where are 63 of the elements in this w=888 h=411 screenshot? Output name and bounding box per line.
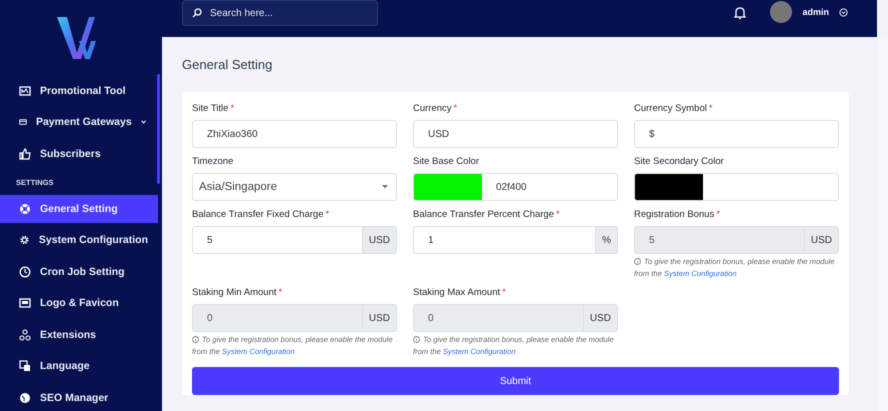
field-label: Staking Min Amount bbox=[192, 287, 276, 298]
sidebar-item[interactable]: Extensions bbox=[0, 319, 158, 350]
unit-label: % bbox=[596, 226, 618, 254]
color-swatch[interactable] bbox=[414, 174, 482, 200]
required-mark: * bbox=[716, 209, 720, 220]
field-label: Balance Transfer Fixed Charge bbox=[192, 209, 324, 220]
sidebar-item[interactable]: Logo & Favicon bbox=[0, 288, 158, 319]
sidebar-item[interactable]: Subscribers bbox=[0, 138, 158, 170]
unit-label: USD bbox=[362, 304, 397, 332]
avatar[interactable] bbox=[770, 0, 792, 22]
unit-label: USD bbox=[362, 226, 397, 254]
required-mark: * bbox=[230, 103, 234, 114]
color-swatch[interactable] bbox=[635, 174, 703, 200]
field-label: Timezone bbox=[192, 156, 234, 167]
number-input[interactable]: 1 bbox=[413, 226, 596, 254]
unit-label: USD bbox=[804, 226, 839, 254]
timezone-select[interactable]: Asia/Singapore bbox=[192, 173, 397, 201]
submit-button[interactable]: Submit bbox=[192, 367, 839, 395]
field-label: Site Base Color bbox=[413, 156, 480, 167]
thumb-icon bbox=[19, 148, 31, 160]
monitor-icon bbox=[19, 84, 31, 97]
number-input[interactable]: 5 bbox=[192, 226, 363, 254]
text-input[interactable]: ZhiXiao360 bbox=[192, 120, 397, 148]
info-icon bbox=[634, 258, 641, 265]
sidebar-item[interactable]: Language bbox=[0, 350, 158, 382]
gear-icon bbox=[19, 234, 30, 246]
field-label: Staking Max Amount bbox=[413, 287, 500, 298]
page-title: General Setting bbox=[182, 57, 274, 72]
sidebar-item[interactable]: Promotional Tool bbox=[0, 75, 158, 106]
sidebar-item[interactable]: Cron Job Setting bbox=[0, 256, 158, 288]
field-label: Balance Transfer Percent Charge bbox=[413, 209, 554, 220]
unit-label: USD bbox=[584, 304, 618, 332]
field-label: Currency bbox=[413, 103, 452, 114]
user-name[interactable]: admin bbox=[802, 6, 829, 16]
field-label: Currency Symbol bbox=[634, 103, 707, 114]
field-label: Registration Bonus bbox=[634, 209, 714, 220]
sidebar-item[interactable]: General Setting bbox=[0, 194, 158, 222]
search-field[interactable]: Search here... bbox=[182, 0, 378, 26]
bell-icon[interactable] bbox=[734, 6, 746, 20]
required-mark: * bbox=[556, 209, 560, 220]
lifebuoy-icon bbox=[19, 202, 31, 214]
sidebar-item[interactable]: SEO Manager bbox=[0, 382, 158, 411]
search-icon bbox=[192, 8, 202, 18]
text-input[interactable]: $ bbox=[634, 120, 839, 148]
info-icon bbox=[192, 336, 199, 343]
required-mark: * bbox=[325, 209, 330, 220]
required-mark: * bbox=[278, 287, 282, 298]
required-mark: * bbox=[708, 103, 713, 114]
nodes-icon bbox=[19, 328, 31, 341]
field-label: Site Secondary Color bbox=[634, 156, 724, 167]
color-field[interactable] bbox=[634, 173, 839, 201]
clock-icon bbox=[19, 266, 31, 278]
sidebar-item[interactable]: System Configuration bbox=[0, 224, 158, 256]
chevron-down-icon[interactable] bbox=[839, 8, 848, 17]
color-field[interactable]: 02f400 bbox=[413, 173, 618, 201]
field-label: Site Title bbox=[192, 103, 228, 114]
image-icon bbox=[19, 297, 31, 310]
required-mark: * bbox=[454, 103, 458, 114]
sidebar-item[interactable]: Payment Gateways bbox=[0, 106, 158, 138]
required-mark: * bbox=[502, 287, 506, 298]
info-icon bbox=[413, 336, 420, 343]
dropdown-arrow-icon bbox=[382, 185, 388, 189]
text-input[interactable]: USD bbox=[413, 120, 618, 148]
